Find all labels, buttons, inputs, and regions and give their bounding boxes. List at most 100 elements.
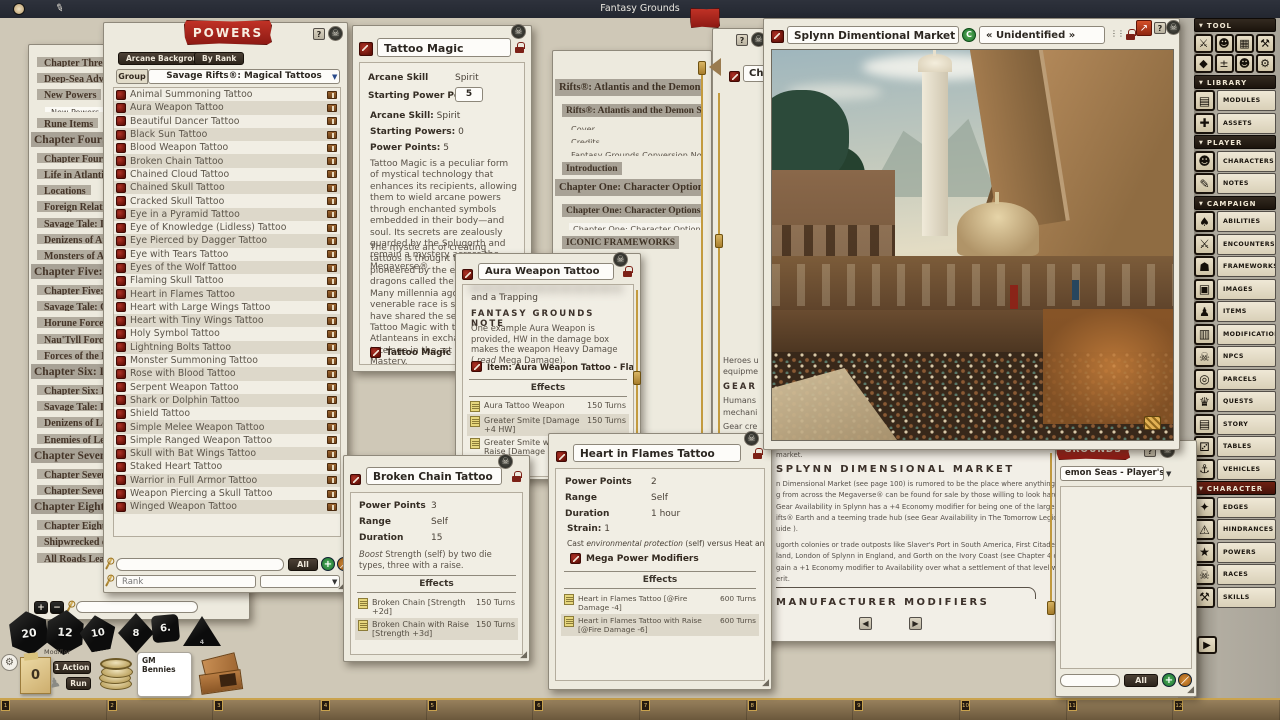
resize-corner[interactable]: ◢ — [762, 679, 769, 688]
book-icon[interactable] — [327, 410, 337, 418]
atlantis-scrollbar[interactable] — [701, 61, 703, 439]
atlantis-item[interactable]: Fantasy Grounds Conversion Notes — [555, 143, 701, 156]
hotbar-slot[interactable]: 9 — [853, 700, 960, 720]
power-link-icon[interactable] — [116, 489, 126, 499]
power-link-icon[interactable] — [116, 103, 126, 113]
tool-button[interactable]: ⚔ — [1194, 34, 1213, 53]
dropdown-caret-icon[interactable]: ▼ — [1166, 470, 1171, 478]
power-row[interactable]: Warrior in Full Armor Tattoo — [114, 474, 340, 487]
sidebar-button[interactable]: ▤ STORY — [1194, 414, 1276, 435]
power-row[interactable]: Skull with Bat Wings Tattoo — [114, 447, 340, 460]
hotbar-slot[interactable]: 12 — [1173, 700, 1280, 720]
dice-tower[interactable] — [200, 656, 244, 694]
power-link-icon[interactable] — [116, 156, 126, 166]
sidebar-button[interactable]: ◎ PARCELS — [1194, 369, 1276, 390]
power-row[interactable]: Heart with Large Wings Tattoo — [114, 301, 340, 314]
tool-button[interactable]: ◆ — [1194, 54, 1213, 73]
sidebar-header-library[interactable]: ▼LIBRARY — [1194, 75, 1276, 89]
power-link-icon[interactable] — [116, 475, 126, 485]
lock-icon[interactable] — [1126, 29, 1135, 40]
hotbar-slot[interactable]: 6 — [533, 700, 640, 720]
power-link-icon[interactable] — [116, 116, 126, 126]
help-icon[interactable]: ? — [1154, 22, 1166, 34]
group-caret-icon[interactable]: ▼ — [332, 73, 337, 81]
tattoo-magic-link[interactable]: Tattoo Magic — [370, 347, 451, 358]
hotbar-slot[interactable]: 3 — [213, 700, 320, 720]
power-row[interactable]: Eye in a Pyramid Tattoo — [114, 208, 340, 221]
font-plus-button[interactable]: + — [34, 601, 48, 614]
identified-badge[interactable]: C — [962, 28, 976, 42]
power-link-icon[interactable] — [116, 356, 126, 366]
add-power-button[interactable]: + — [321, 557, 335, 571]
book-icon[interactable] — [327, 423, 337, 431]
skull-icon[interactable]: ☠ — [1166, 20, 1181, 35]
sidebar-button[interactable]: ▥ MODIFICATIONS — [1194, 324, 1276, 345]
book-icon[interactable] — [327, 357, 337, 365]
group-dropdown[interactable]: Savage Rifts®: Magical Tattoos — [148, 69, 340, 84]
powers-search-input[interactable] — [116, 558, 284, 571]
power-link-icon[interactable] — [116, 422, 126, 432]
book-icon[interactable] — [327, 450, 337, 458]
spp-value-box[interactable]: 5 — [455, 87, 483, 102]
sidebar-button[interactable]: ✦ EDGES — [1194, 497, 1276, 518]
d6-die[interactable]: 6. — [151, 614, 180, 643]
power-row[interactable]: Beautiful Dancer Tattoo — [114, 115, 340, 128]
book-icon[interactable] — [327, 277, 337, 285]
hotbar-slot[interactable]: 5 — [427, 700, 534, 720]
font-minus-button[interactable]: − — [50, 601, 64, 614]
tab-by-rank[interactable]: By Rank — [194, 52, 244, 65]
book-icon[interactable] — [327, 303, 337, 311]
power-link-icon[interactable] — [116, 316, 126, 326]
add-button[interactable]: + — [1162, 673, 1176, 687]
sidebar-button[interactable]: ☠ RACES — [1194, 564, 1276, 585]
sidebar-button[interactable]: ☠ NPCS — [1194, 346, 1276, 367]
book-icon[interactable] — [327, 157, 337, 165]
unidentified-field[interactable]: « Unidentified » — [979, 26, 1105, 44]
book-icon[interactable] — [327, 264, 337, 272]
effect-row[interactable]: Broken Chain with Raise [Strength +3d] 1… — [355, 618, 518, 640]
tattoo-magic-title[interactable]: Tattoo Magic — [377, 38, 511, 57]
power-link-icon[interactable] — [116, 209, 126, 219]
powers-banner[interactable]: POWERS — [184, 20, 272, 45]
rank-caret-icon[interactable]: ▼ — [332, 578, 337, 586]
book-icon[interactable] — [327, 131, 337, 139]
effect-row[interactable]: Heart in Flames Tattoo with Raise [@Fire… — [561, 614, 759, 636]
sidebar-header-tool[interactable]: ▼TOOL — [1194, 18, 1276, 32]
power-row[interactable]: Holy Symbol Tattoo — [114, 327, 340, 340]
effect-row[interactable]: Aura Tattoo Weapon 150 Turns — [467, 399, 629, 414]
book-icon[interactable] — [327, 330, 337, 338]
power-link-icon[interactable] — [116, 302, 126, 312]
splynn-title-field[interactable]: Splynn Dimentional Market — [787, 26, 959, 44]
sidebar-header-character[interactable]: ▼CHARACTER — [1194, 481, 1276, 495]
atlantis-item[interactable]: Chapter One: Character Options — [555, 198, 701, 217]
tool-button[interactable]: ▦ — [1235, 34, 1254, 53]
power-row[interactable]: Lightning Bolts Tattoo — [114, 341, 340, 354]
resize-corner[interactable]: ◢ — [520, 651, 527, 660]
power-link-icon[interactable] — [116, 435, 126, 445]
power-row[interactable]: Heart in Flames Tattoo — [114, 287, 340, 300]
sidebar-button[interactable]: ☗ FRAMEWORKS — [1194, 256, 1276, 277]
power-link-icon[interactable] — [116, 223, 126, 233]
power-row[interactable]: Aura Weapon Tattoo — [114, 101, 340, 114]
aura-item-link[interactable]: Item: Aura Weapon Tattoo - Flail — [471, 361, 634, 372]
sidebar-header-player[interactable]: ▼PLAYER — [1194, 135, 1276, 149]
modifier-box[interactable]: 0 — [20, 657, 51, 694]
book-icon[interactable] — [327, 237, 337, 245]
power-link-icon[interactable] — [116, 169, 126, 179]
book-icon[interactable] — [327, 91, 337, 99]
power-row[interactable]: Blood Weapon Tattoo — [114, 141, 340, 154]
sidebar-button[interactable]: ♠ ABILITIES — [1194, 211, 1276, 232]
help-icon[interactable]: ? — [736, 34, 748, 46]
sidebar-button[interactable]: ⚂ TABLES — [1194, 436, 1276, 457]
sidebar-button[interactable]: ☻ CHARACTERS — [1194, 151, 1276, 172]
action-counter-button[interactable]: 1 Action — [53, 661, 91, 674]
power-row[interactable]: Monster Summoning Tattoo — [114, 354, 340, 367]
power-link-icon[interactable] — [116, 502, 126, 512]
nav-back-button[interactable]: ◀ — [859, 617, 872, 630]
power-link-icon[interactable] — [116, 263, 126, 273]
hotbar-slot[interactable]: 1 — [0, 700, 107, 720]
power-row[interactable]: Cracked Skull Tattoo — [114, 194, 340, 207]
aura-title[interactable]: Aura Weapon Tattoo — [478, 263, 614, 280]
outline-search-input[interactable] — [76, 601, 198, 613]
atlantis-item[interactable]: Chapter One: Character Options — [555, 217, 701, 230]
